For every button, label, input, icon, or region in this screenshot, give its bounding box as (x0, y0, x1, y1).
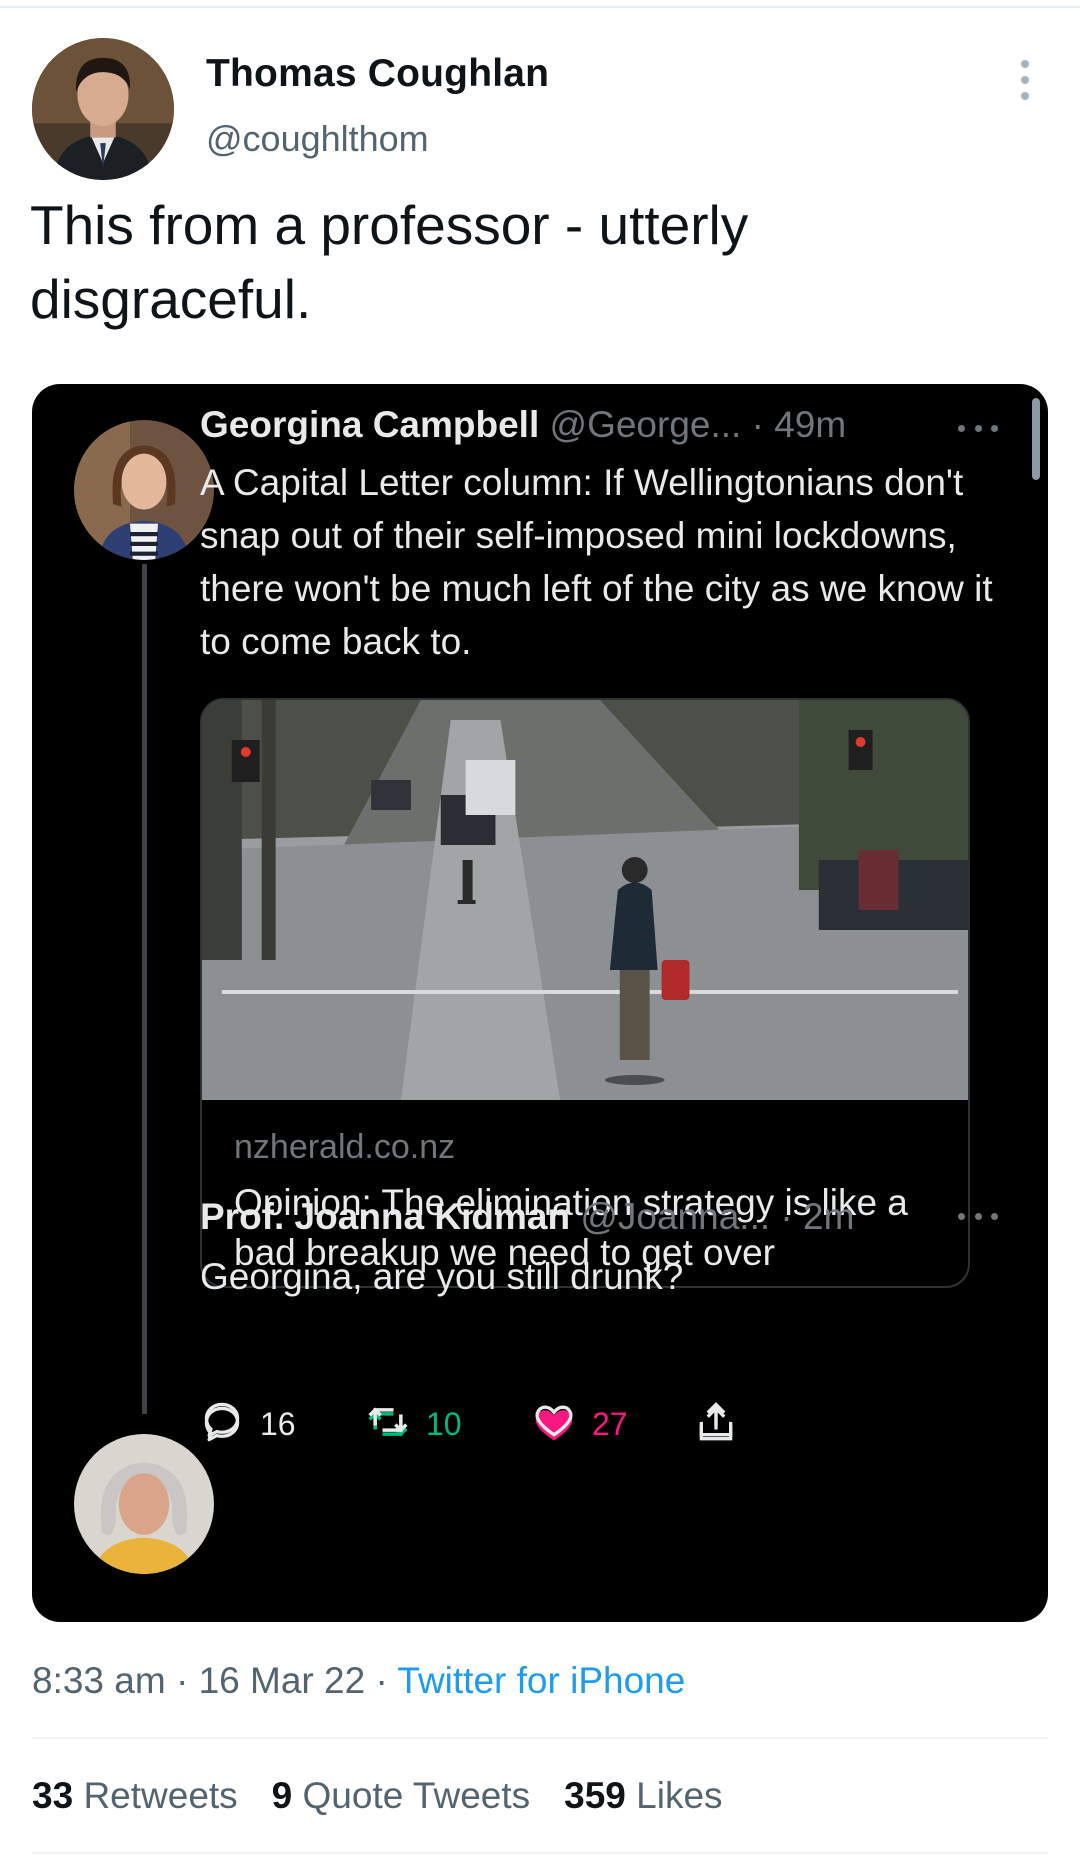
tweet-source-link[interactable]: Twitter for iPhone (397, 1660, 685, 1701)
tweet2-text: Georgina, are you still drunk? (200, 1256, 684, 1297)
tweet-date[interactable]: 16 Mar 22 (199, 1660, 366, 1701)
georgina-avatar[interactable] (74, 420, 214, 560)
retweet-icon (368, 1407, 408, 1433)
top-divider (0, 6, 1080, 8)
retweet-count: 10 (426, 1405, 462, 1442)
scrollbar-thumb (1032, 398, 1040, 480)
tweet2-handle[interactable]: @Joanna... (580, 1196, 770, 1237)
likes-count: 359 (564, 1775, 626, 1816)
tweet2-author-name[interactable]: Prof. Joanna Kidman (200, 1196, 570, 1237)
quote-tweets-label: Quote Tweets (302, 1775, 531, 1816)
quote-tweets-count: 9 (271, 1775, 293, 1816)
tweet1-separator: · (741, 404, 775, 445)
tweet2-header: Prof. Joanna Kidman @Joanna... · 2m (200, 1196, 854, 1238)
tweet2-separator: · (770, 1196, 804, 1237)
tweet1-header: Georgina Campbell @George... · 49m (200, 404, 846, 446)
retweet-button-2[interactable] (366, 1398, 410, 1442)
joanna-photo (74, 1434, 214, 1574)
georgina-photo (74, 420, 214, 560)
tweet-meta: 8:33 am · 16 Mar 22 · Twitter for iPhone (32, 1660, 685, 1702)
likes-stat[interactable]: 359 Likes (564, 1775, 722, 1817)
retweets-stat[interactable]: 33 Retweets (32, 1775, 238, 1817)
retweets-label: Retweets (83, 1775, 238, 1816)
reply-icon (204, 1402, 240, 1438)
embedded-screenshot: Georgina Campbell @George... · 49m A Cap… (32, 384, 1048, 1622)
author-photo (32, 38, 174, 180)
quote-tweets-stat[interactable]: 9 Quote Tweets (272, 1775, 530, 1817)
reply-button-2[interactable] (200, 1398, 244, 1442)
retweets-count: 33 (32, 1775, 74, 1816)
more-vertical-icon[interactable] (1012, 60, 1038, 100)
reply-count: 16 (260, 1405, 296, 1442)
share-button-2[interactable] (694, 1398, 738, 1442)
tweet2-more-icon[interactable] (958, 1210, 998, 1222)
like-button-2[interactable] (532, 1398, 576, 1442)
likes-label: Likes (636, 1775, 723, 1816)
author-name[interactable]: Thomas Coughlan (206, 52, 549, 96)
tweet1-handle[interactable]: @George... (550, 404, 742, 445)
like-count: 27 (592, 1405, 628, 1442)
meta-separator: · (165, 1660, 199, 1701)
tweet2-time[interactable]: 2m (803, 1196, 854, 1237)
tweet1-time[interactable]: 49m (774, 404, 846, 445)
thread-connector-line (142, 564, 147, 1414)
author-handle[interactable]: @coughlthom (206, 118, 429, 160)
engagement-stats: 33 Retweets 9 Quote Tweets 359 Likes (32, 1775, 757, 1817)
author-avatar[interactable] (32, 38, 174, 180)
stats-divider (32, 1737, 1048, 1739)
bottom-divider (32, 1852, 1048, 1854)
tweet1-text: A Capital Letter column: If Wellingtonia… (200, 462, 993, 662)
link-domain: nzherald.co.nz (234, 1128, 456, 1166)
tweet-text: This from a professor - utterly disgrace… (30, 194, 749, 330)
tweet-time[interactable]: 8:33 am (32, 1660, 166, 1701)
tweet1-author-name[interactable]: Georgina Campbell (200, 404, 539, 445)
tweet1-more-icon[interactable] (958, 422, 998, 434)
share-icon (699, 1402, 733, 1437)
meta-separator: · (365, 1660, 398, 1701)
joanna-avatar[interactable] (74, 1434, 214, 1574)
street-photo (202, 700, 968, 1100)
heart-outline-icon (535, 1405, 573, 1437)
